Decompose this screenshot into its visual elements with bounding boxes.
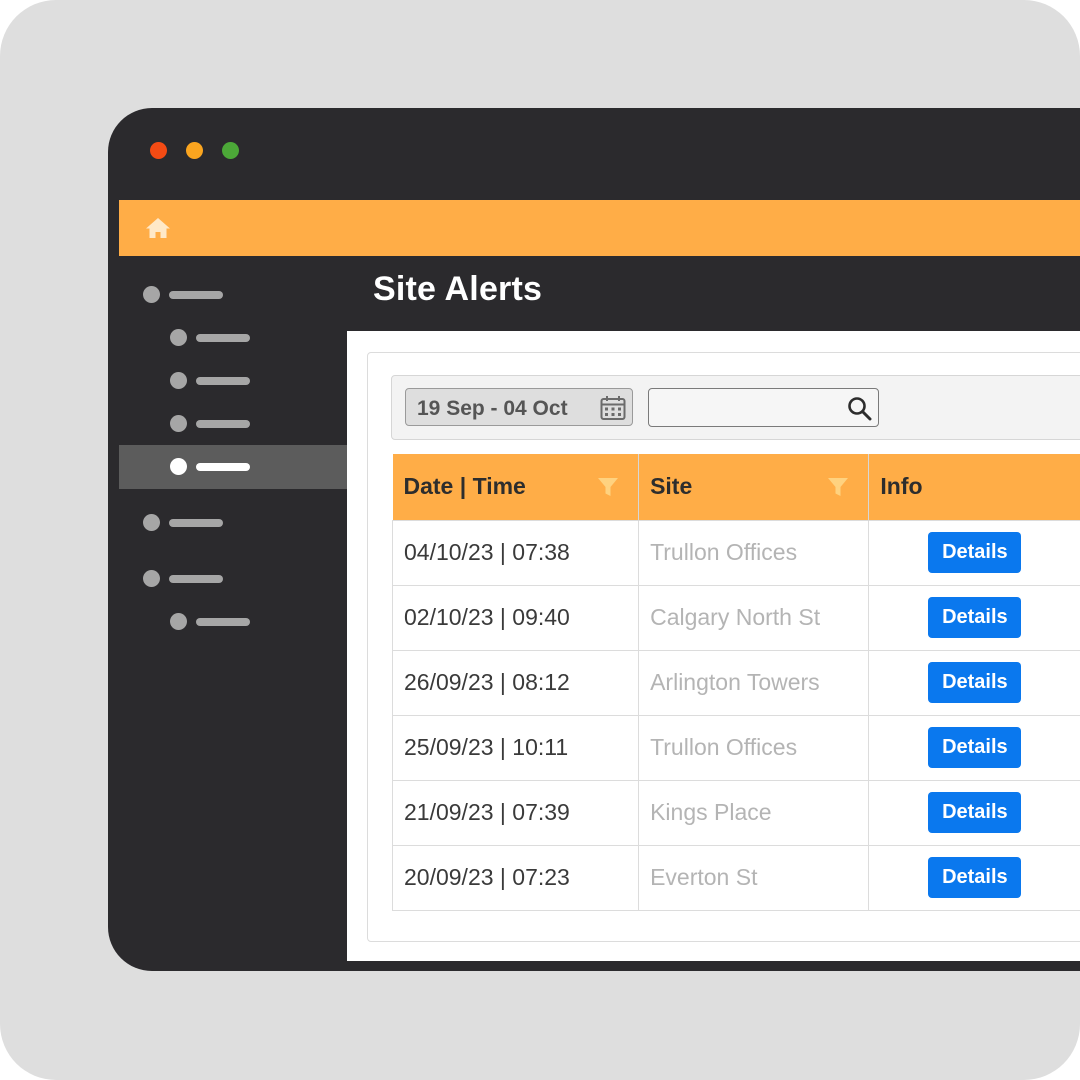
alert-datetime-cell: 20/09/23 | 07:23 — [391, 844, 640, 911]
nav-bullet-icon — [170, 372, 187, 389]
sidebar-item[interactable] — [119, 501, 347, 545]
alerts-card: 19 Sep - 04 Oct Date | Time Site Info 04… — [367, 352, 1080, 942]
column-header-site[interactable]: Site — [638, 454, 870, 520]
sidebar-item[interactable] — [119, 273, 347, 317]
nav-label-placeholder — [169, 519, 223, 527]
alert-datetime-cell: 25/09/23 | 10:11 — [391, 714, 640, 781]
nav-bullet-icon — [170, 458, 187, 475]
alert-info-cell: Details — [868, 844, 1080, 911]
search-input[interactable] — [648, 388, 879, 427]
nav-bullet-icon — [170, 329, 187, 346]
alerts-table: Date | Time Site Info 04/10/23 | 07:38 T… — [391, 454, 1080, 911]
sidebar-item[interactable] — [119, 600, 347, 644]
nav-bullet-icon — [143, 514, 160, 531]
table-row: 26/09/23 | 08:12 Arlington Towers Details — [391, 649, 1080, 716]
alert-datetime-cell: 21/09/23 | 07:39 — [391, 779, 640, 846]
alert-datetime-cell: 26/09/23 | 08:12 — [391, 649, 640, 716]
nav-bullet-icon — [143, 286, 160, 303]
nav-label-placeholder — [196, 463, 250, 471]
alert-site-cell: Calgary North St — [638, 584, 870, 651]
close-window-button[interactable] — [150, 142, 167, 159]
table-row: 04/10/23 | 07:38 Trullon Offices Details — [391, 519, 1080, 586]
alert-datetime-cell: 02/10/23 | 09:40 — [391, 584, 640, 651]
alert-site-cell: Trullon Offices — [638, 519, 870, 586]
sidebar-item[interactable] — [119, 402, 347, 446]
alert-site-cell: Trullon Offices — [638, 714, 870, 781]
app-window: Site Alerts 19 Sep - 04 Oct Date | Time … — [108, 108, 1080, 971]
nav-label-placeholder — [196, 334, 250, 342]
details-button[interactable]: Details — [928, 662, 1022, 703]
sidebar-item[interactable] — [119, 557, 347, 601]
column-header-info: Info — [868, 454, 1080, 520]
sidebar-navigation — [119, 256, 347, 971]
alert-datetime-cell: 04/10/23 | 07:38 — [391, 519, 640, 586]
column-header-label: Site — [650, 473, 693, 500]
top-navigation-bar — [119, 200, 1080, 256]
sidebar-item[interactable] — [119, 316, 347, 360]
filter-icon[interactable] — [827, 476, 849, 498]
nav-bullet-icon — [143, 570, 160, 587]
table-row: 25/09/23 | 10:11 Trullon Offices Details — [391, 714, 1080, 781]
alert-info-cell: Details — [868, 714, 1080, 781]
column-header-label: Date | Time — [403, 473, 526, 500]
nav-bullet-icon — [170, 415, 187, 432]
search-icon[interactable] — [847, 396, 872, 421]
details-button[interactable]: Details — [928, 597, 1022, 638]
alert-site-cell: Kings Place — [638, 779, 870, 846]
home-icon[interactable] — [145, 217, 171, 239]
column-header-label: Info — [880, 473, 923, 500]
calendar-icon[interactable] — [600, 395, 626, 421]
filter-toolbar: 19 Sep - 04 Oct — [391, 375, 1080, 440]
date-range-value: 19 Sep - 04 Oct — [417, 397, 568, 420]
details-button[interactable]: Details — [928, 727, 1022, 768]
details-button[interactable]: Details — [928, 857, 1022, 898]
table-header-row: Date | Time Site Info — [392, 454, 1080, 520]
nav-bullet-icon — [170, 613, 187, 630]
page-title: Site Alerts — [373, 270, 543, 308]
alert-info-cell: Details — [868, 779, 1080, 846]
nav-label-placeholder — [196, 377, 250, 385]
sidebar-item[interactable] — [119, 445, 347, 489]
window-controls — [150, 142, 239, 159]
details-button[interactable]: Details — [928, 792, 1022, 833]
app-canvas: Site Alerts 19 Sep - 04 Oct Date | Time … — [0, 0, 1080, 1080]
nav-label-placeholder — [196, 618, 250, 626]
column-header-datetime[interactable]: Date | Time — [392, 454, 640, 520]
nav-label-placeholder — [196, 420, 250, 428]
nav-label-placeholder — [169, 575, 223, 583]
sidebar-item[interactable] — [119, 359, 347, 403]
date-range-picker[interactable]: 19 Sep - 04 Oct — [405, 388, 633, 426]
alert-site-cell: Everton St — [638, 844, 870, 911]
table-row: 02/10/23 | 09:40 Calgary North St Details — [391, 584, 1080, 651]
alert-info-cell: Details — [868, 584, 1080, 651]
main-content: 19 Sep - 04 Oct Date | Time Site Info 04… — [347, 331, 1080, 961]
filter-icon[interactable] — [597, 476, 619, 498]
nav-label-placeholder — [169, 291, 223, 299]
details-button[interactable]: Details — [928, 532, 1022, 573]
maximize-window-button[interactable] — [222, 142, 239, 159]
alert-info-cell: Details — [868, 519, 1080, 586]
alert-site-cell: Arlington Towers — [638, 649, 870, 716]
minimize-window-button[interactable] — [186, 142, 203, 159]
table-row: 21/09/23 | 07:39 Kings Place Details — [391, 779, 1080, 846]
table-row: 20/09/23 | 07:23 Everton St Details — [391, 844, 1080, 911]
alert-info-cell: Details — [868, 649, 1080, 716]
